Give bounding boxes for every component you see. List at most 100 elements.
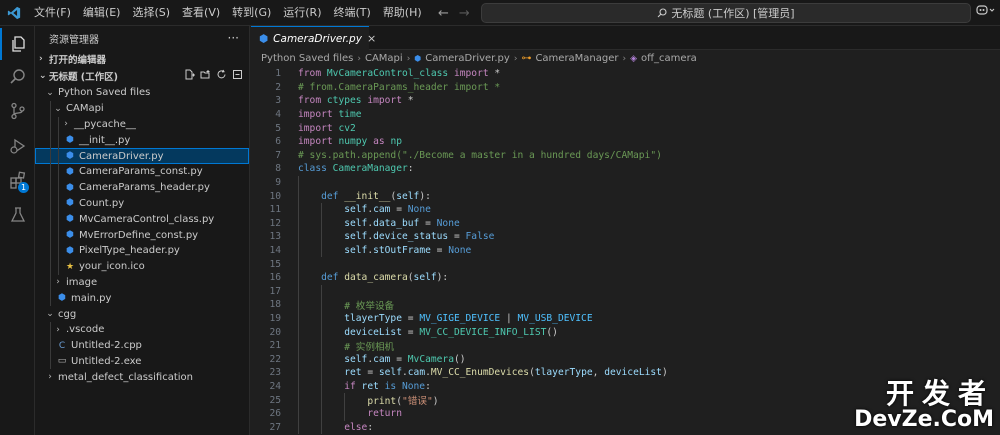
code-token: None (436, 217, 460, 229)
code-token: , (592, 367, 605, 379)
code-token: MV_USB_DEVICE (517, 312, 593, 324)
vscode-logo-icon (0, 0, 28, 26)
menu-item[interactable]: 终端(T) (328, 0, 377, 26)
code-token: ) (432, 396, 439, 408)
menu-item[interactable]: 查看(V) (176, 0, 226, 26)
explorer-icon[interactable] (0, 28, 35, 60)
chevron-down-icon: ⌄ (46, 309, 54, 320)
open-editors-label: 打开的编辑器 (49, 54, 107, 66)
source-control-icon[interactable] (0, 95, 35, 127)
menu-item[interactable]: 运行(R) (277, 0, 327, 26)
menu-item[interactable]: 文件(F) (28, 0, 77, 26)
code-token: MV_GIGE_DEVICE (419, 312, 501, 324)
python-file-icon: ⬢ (259, 32, 269, 45)
code-token: = (401, 326, 420, 338)
tree-item[interactable]: ⬢ CameraParams_header.py (35, 179, 249, 196)
line-content: def data_camera(self): (281, 272, 448, 283)
code-token: data_camera (344, 272, 408, 284)
line-number: 21 (269, 340, 281, 352)
tree-item-label: main.py (71, 292, 112, 304)
copilot-icon[interactable] (976, 3, 996, 20)
workspace-section[interactable]: ⌄ 无标题 (工作区) (35, 67, 249, 84)
code-token: = (448, 231, 466, 243)
breadcrumb-item[interactable]: CAMapi (365, 53, 403, 64)
line-number: 20 (269, 326, 281, 338)
search-view-icon[interactable] (0, 61, 35, 93)
breadcrumb-item[interactable]: Python Saved files (261, 53, 353, 64)
code-line: 6 import numpy as np (251, 135, 1000, 149)
tree-item[interactable]: ⬢ Count.py (35, 195, 249, 212)
tab-bar: ⬢ CameraDriver.py × (251, 26, 1000, 50)
code-token: None (407, 204, 431, 216)
tree-item[interactable]: › __pycache__ (35, 116, 249, 133)
breadcrumb-item[interactable]: CameraManager (535, 53, 618, 64)
tree-item[interactable]: › image (35, 274, 249, 291)
chevron-right-icon: › (56, 277, 60, 288)
collapse-all-icon[interactable] (232, 69, 243, 83)
indent-guide (58, 195, 59, 212)
tree-item[interactable]: ⬢ MvErrorDefine_const.py (35, 227, 249, 243)
code-token: CameraManager (332, 163, 408, 175)
line-number: 10 (269, 190, 281, 202)
tree-item[interactable]: ⌄ CAMapi (35, 100, 249, 117)
menu-item[interactable]: 选择(S) (126, 0, 176, 26)
more-actions-icon[interactable]: ··· (228, 31, 239, 45)
tree-item[interactable]: › .vscode (35, 321, 249, 338)
code-line: 1 from MvCameraControl_class import * (251, 67, 1000, 81)
tree-item[interactable]: ⬢ CameraDriver.py (35, 148, 249, 164)
tree-item[interactable]: ⬢ main.py (35, 290, 249, 307)
indent-guide (50, 211, 51, 228)
tree-item[interactable]: ⌄ Python Saved files (35, 85, 249, 101)
extensions-icon[interactable]: 1 (0, 164, 35, 196)
tree-item[interactable]: ▭ Untitled-2.exe (35, 353, 249, 370)
tree-item-label: image (66, 276, 98, 288)
tree-item-label: CameraParams_header.py (79, 182, 210, 194)
code-token: None (401, 380, 426, 392)
editor-area: ⬢ CameraDriver.py × Python Saved files › C… (251, 26, 1000, 435)
menu-item[interactable]: 编辑(E) (77, 0, 127, 26)
chevron-right-icon: › (64, 119, 68, 130)
code-token: import (361, 95, 408, 107)
code-line: 19 tlayerType = MV_GIGE_DEVICE | MV_USB_… (251, 312, 1000, 326)
line-number: 11 (269, 204, 281, 216)
tree-item[interactable]: ⌄ cgg (35, 306, 249, 322)
chevron-right-icon: › (357, 53, 361, 64)
tree-item[interactable]: ⬢ MvCameraControl_class.py (35, 211, 249, 228)
run-debug-icon[interactable] (0, 130, 35, 162)
tab-camera-driver[interactable]: ⬢ CameraDriver.py × (251, 26, 376, 50)
tree-item-label: Untitled-2.exe (71, 355, 142, 367)
tree-item[interactable]: ⬢ CameraParams_const.py (35, 163, 249, 180)
new-file-icon[interactable] (184, 69, 195, 83)
line-number: 23 (269, 367, 281, 379)
command-center-search[interactable]: 无标题 (工作区) [管理员] (481, 3, 971, 23)
new-folder-icon[interactable] (200, 69, 211, 83)
refresh-icon[interactable] (216, 69, 227, 83)
code-token: as (367, 136, 391, 148)
testing-flask-icon[interactable] (0, 199, 35, 231)
open-editors-section[interactable]: › 打开的编辑器 (35, 50, 249, 67)
indent-guide (58, 132, 59, 149)
code-token: self (344, 353, 368, 365)
forward-arrow-icon[interactable]: → (459, 6, 470, 21)
menu-item[interactable]: 转到(G) (226, 0, 277, 26)
tree-item[interactable]: ⬢ __init__.py (35, 132, 249, 149)
line-number: 14 (269, 245, 281, 257)
indent-guide (50, 100, 51, 117)
breadcrumb-item[interactable]: off_camera (641, 53, 697, 64)
back-arrow-icon[interactable]: ← (438, 6, 449, 21)
tree-item[interactable]: ★ your_icon.ico (35, 258, 249, 275)
tree-item[interactable]: C Untitled-2.cpp (35, 337, 249, 354)
chevron-right-icon: › (39, 53, 43, 64)
tree-item[interactable]: ⬢ PixelType_header.py (35, 242, 249, 259)
indent-guide (321, 284, 323, 435)
tree-item[interactable]: › metal_defect_classification (35, 369, 249, 385)
navigation-arrows: ← → (438, 0, 470, 26)
menu-item[interactable]: 帮助(H) (377, 0, 428, 26)
breadcrumb-item[interactable]: CameraDriver.py (425, 53, 510, 64)
method-symbol-icon: ◈ (630, 53, 638, 64)
code-token: * (407, 95, 414, 107)
code-token: __init__ (344, 190, 391, 202)
code-line: 7 # sys.path.append("./Become a master in… (251, 149, 1000, 163)
close-tab-icon[interactable]: × (367, 32, 376, 45)
